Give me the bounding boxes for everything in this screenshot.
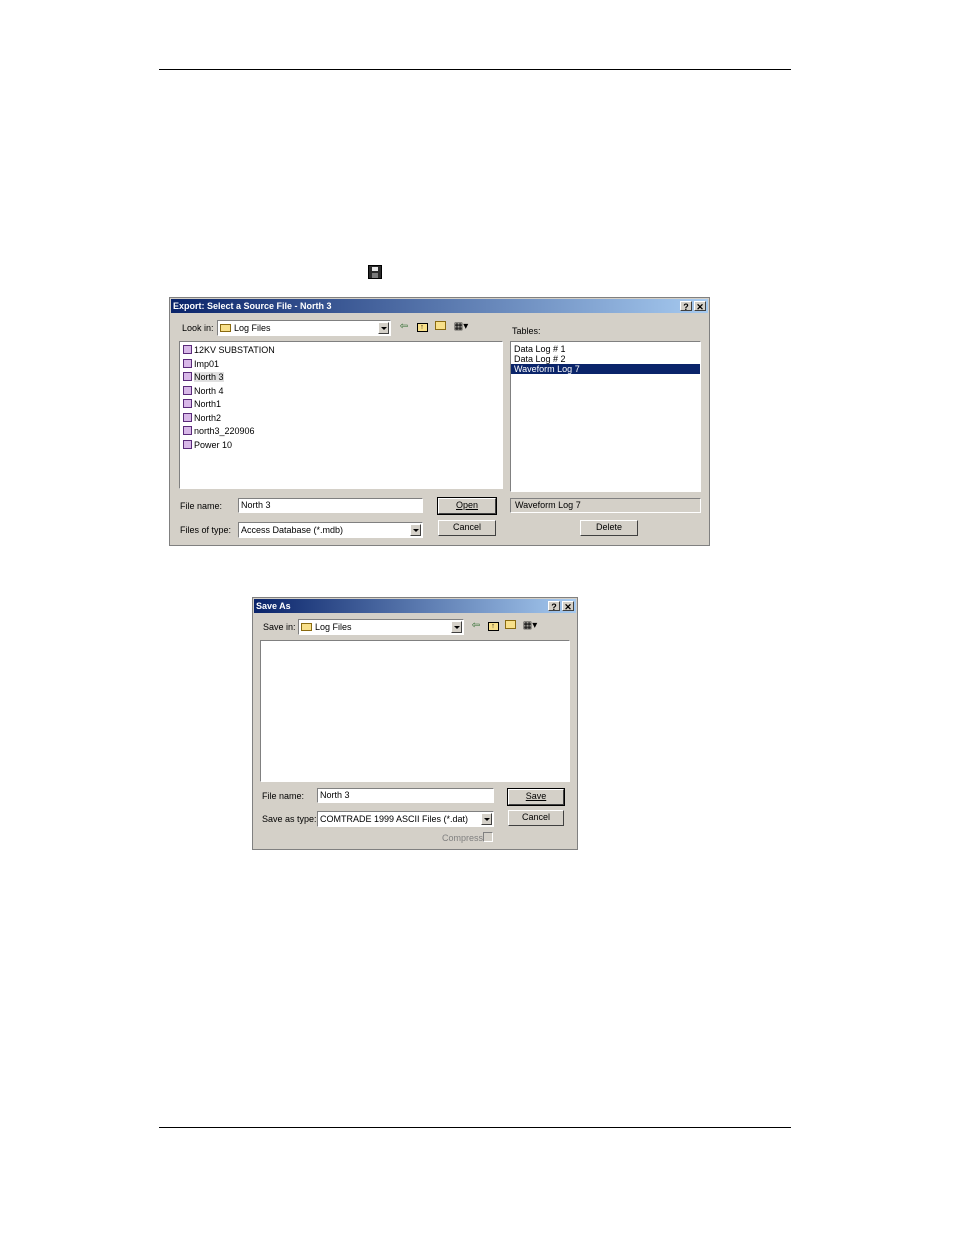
- file-list[interactable]: 12KV SUBSTATION Imp01 North 3 North 4 No…: [179, 341, 503, 489]
- database-file-icon: [183, 412, 192, 422]
- cancel-button[interactable]: Cancel: [438, 520, 496, 536]
- header-rule: [159, 69, 791, 70]
- file-name-input[interactable]: North 3: [238, 498, 423, 513]
- chevron-down-icon[interactable]: [378, 322, 389, 334]
- view-menu-icon[interactable]: ▦▾: [451, 321, 471, 333]
- floppy-disk-icon: [368, 265, 382, 279]
- database-file-icon: [183, 439, 192, 449]
- file-item[interactable]: North 4: [180, 385, 502, 399]
- table-item[interactable]: Data Log # 2: [511, 354, 700, 364]
- up-folder-icon[interactable]: ↑: [415, 321, 429, 333]
- database-file-icon: [183, 385, 192, 395]
- save-in-combo[interactable]: Log Files: [298, 619, 464, 635]
- close-button[interactable]: ✕: [562, 601, 574, 612]
- look-in-label: Look in:: [182, 323, 214, 333]
- folder-icon: [301, 622, 312, 631]
- save-type-value: COMTRADE 1999 ASCII Files (*.dat): [320, 814, 469, 824]
- tables-label: Tables:: [512, 326, 541, 336]
- save-file-list[interactable]: [260, 640, 570, 782]
- database-file-icon: [183, 372, 192, 382]
- file-name-input[interactable]: North 3: [317, 788, 494, 803]
- save-dialog-titlebar: Save As ? ✕: [254, 599, 576, 613]
- cancel-button[interactable]: Cancel: [508, 810, 564, 826]
- file-name-label: File name:: [262, 791, 305, 801]
- table-item-selected[interactable]: Waveform Log 7: [511, 364, 700, 374]
- table-item[interactable]: Data Log # 1: [511, 344, 700, 354]
- files-of-type-combo[interactable]: Access Database (*.mdb): [238, 522, 423, 538]
- file-item-selected[interactable]: North 3: [180, 371, 502, 385]
- database-file-icon: [183, 399, 192, 409]
- back-arrow-icon[interactable]: ⇦: [397, 321, 411, 333]
- export-dialog-titlebar: Export: Select a Source File - North 3 ?…: [171, 299, 708, 313]
- save-dialog-title: Save As: [256, 601, 291, 611]
- look-in-value: Log Files: [234, 323, 271, 333]
- database-file-icon: [183, 426, 192, 436]
- file-item[interactable]: Imp01: [180, 358, 502, 372]
- file-item[interactable]: north3_220906: [180, 425, 502, 439]
- back-arrow-icon[interactable]: ⇦: [469, 620, 483, 632]
- database-file-icon: [183, 345, 192, 355]
- compress-label: Compress: [442, 833, 484, 843]
- file-item[interactable]: North2: [180, 412, 502, 426]
- file-item[interactable]: North1: [180, 398, 502, 412]
- new-folder-icon[interactable]: [433, 321, 447, 333]
- files-of-type-label: Files of type:: [180, 525, 232, 535]
- export-dialog-title: Export: Select a Source File - North 3: [173, 301, 332, 311]
- save-in-value: Log Files: [315, 622, 352, 632]
- help-button[interactable]: ?: [548, 601, 560, 612]
- chevron-down-icon[interactable]: [410, 524, 421, 536]
- files-of-type-value: Access Database (*.mdb): [241, 525, 344, 535]
- compress-checkbox: [483, 832, 493, 842]
- database-file-icon: [183, 358, 192, 368]
- save-as-dialog: Save As ? ✕ Save in: Log Files ⇦ ↑ ▦▾ Fi…: [252, 597, 578, 850]
- save-in-label: Save in:: [263, 622, 296, 632]
- view-menu-icon[interactable]: ▦▾: [520, 620, 540, 632]
- file-item[interactable]: 12KV SUBSTATION: [180, 344, 502, 358]
- open-button[interactable]: Open: [437, 497, 497, 515]
- new-folder-icon[interactable]: [503, 620, 517, 632]
- up-folder-icon[interactable]: ↑: [486, 620, 500, 632]
- chevron-down-icon[interactable]: [451, 621, 462, 633]
- chevron-down-icon[interactable]: [481, 813, 492, 825]
- save-button[interactable]: Save: [507, 788, 565, 806]
- folder-icon: [220, 323, 231, 332]
- table-name-field: Waveform Log 7: [510, 498, 701, 513]
- file-item[interactable]: Power 10: [180, 439, 502, 453]
- help-button[interactable]: ?: [680, 301, 692, 312]
- close-button[interactable]: ✕: [694, 301, 706, 312]
- file-name-label: File name:: [180, 501, 223, 511]
- save-type-label: Save as type:: [262, 814, 317, 824]
- tables-list[interactable]: Data Log # 1 Data Log # 2 Waveform Log 7: [510, 341, 701, 492]
- look-in-combo[interactable]: Log Files: [217, 320, 391, 336]
- save-type-combo[interactable]: COMTRADE 1999 ASCII Files (*.dat): [317, 811, 494, 827]
- delete-button[interactable]: Delete: [580, 520, 638, 536]
- footer-rule: [159, 1127, 791, 1128]
- export-dialog: Export: Select a Source File - North 3 ?…: [169, 297, 710, 546]
